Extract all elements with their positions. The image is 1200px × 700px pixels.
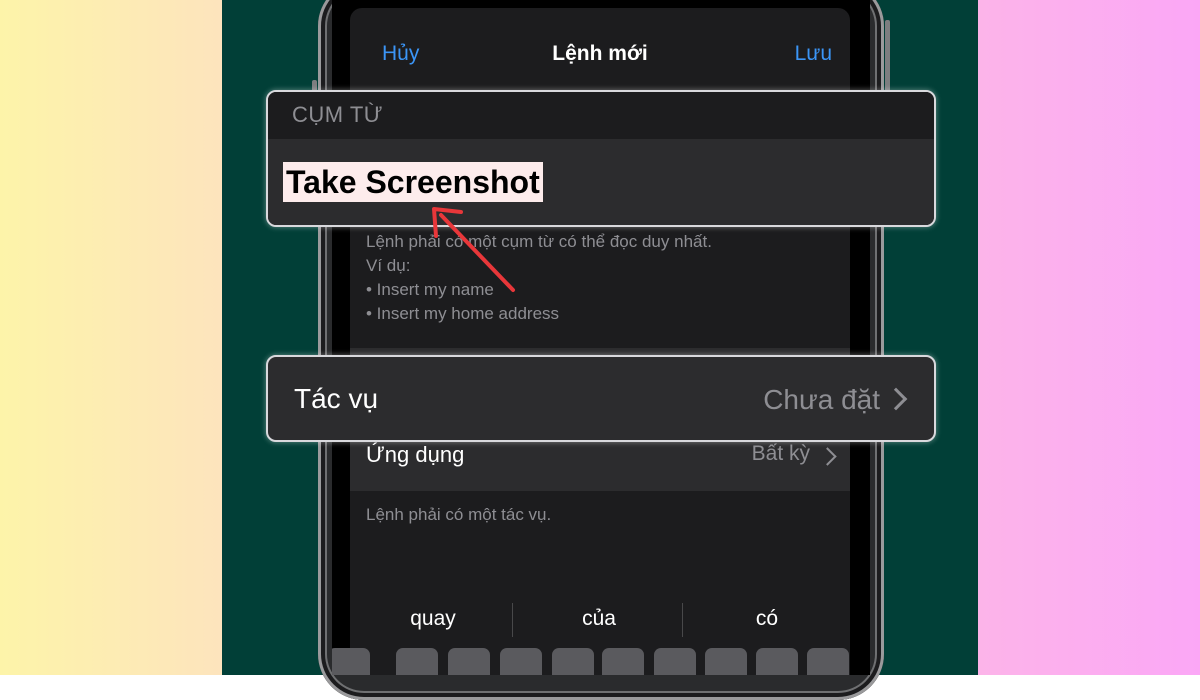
- pointer-arrow-icon: [432, 207, 515, 292]
